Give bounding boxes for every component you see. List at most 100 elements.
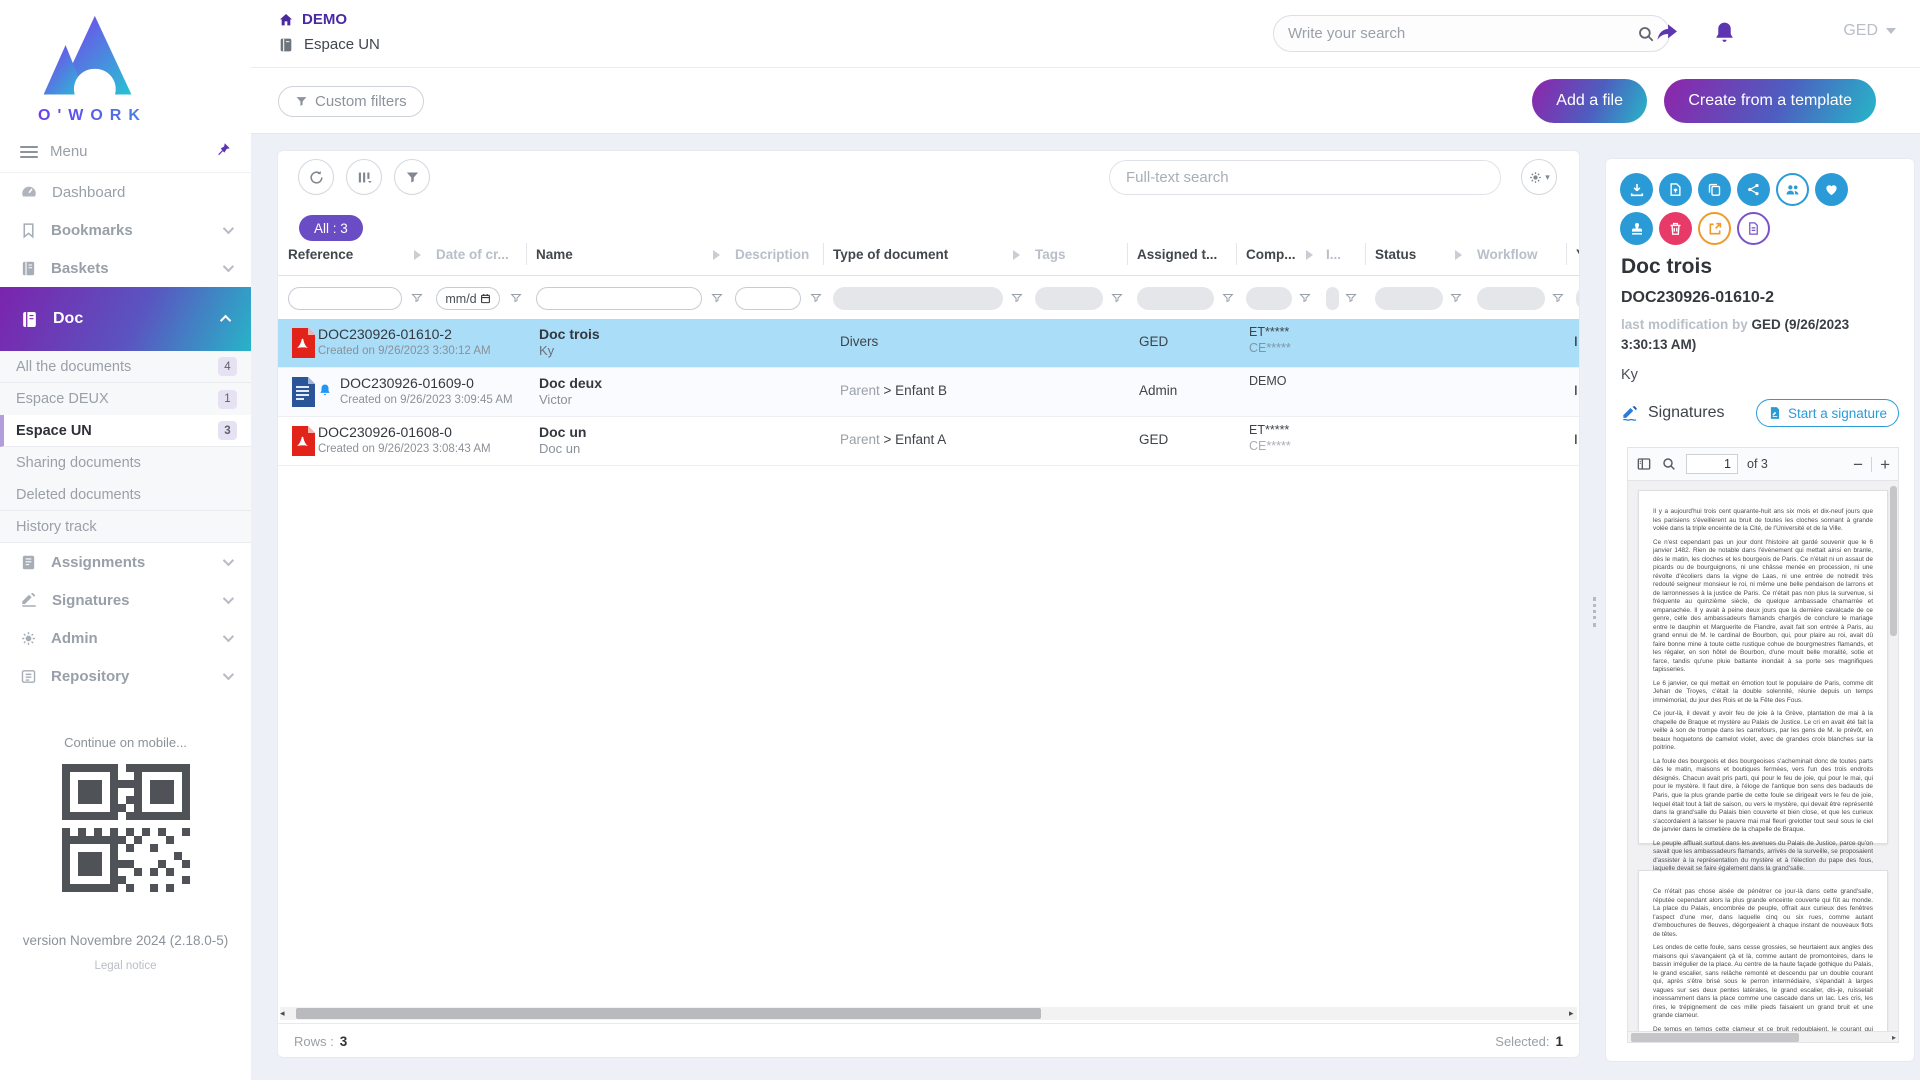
sidebar-item-assignments[interactable]: Assignments — [0, 543, 251, 581]
sidebar-item-all-documents[interactable]: All the documents 4 — [0, 351, 251, 383]
filter-funnel-icon[interactable] — [1552, 291, 1564, 309]
table-settings-button[interactable]: ▾ — [1521, 159, 1557, 195]
fulltext-search-input[interactable] — [1126, 169, 1484, 186]
filter-funnel-icon[interactable] — [1299, 291, 1311, 309]
sidebar-toggle-icon[interactable] — [1636, 456, 1652, 472]
legal-notice-link[interactable]: Legal notice — [0, 960, 251, 972]
favorite-button[interactable] — [1815, 173, 1848, 206]
sidebar-item-doc-active[interactable]: Doc — [0, 287, 251, 351]
filter-funnel-icon[interactable] — [1345, 291, 1357, 309]
column-header-company[interactable]: Comp... — [1246, 247, 1296, 262]
custom-filters-button[interactable]: Custom filters — [278, 86, 424, 117]
scrollbar-thumb[interactable] — [1631, 1033, 1799, 1042]
column-header-name[interactable]: Name — [536, 247, 573, 262]
filter-input-reference[interactable] — [288, 287, 402, 310]
refresh-button[interactable] — [298, 159, 334, 195]
zoom-out-button[interactable]: − — [1853, 456, 1863, 473]
filter-input-name[interactable] — [536, 287, 702, 310]
filter-funnel-icon[interactable] — [1111, 291, 1123, 309]
filter-input-y[interactable] — [1576, 287, 1580, 310]
sidebar-item-dashboard[interactable]: Dashboard — [0, 173, 251, 211]
menu-toggle[interactable]: Menu — [0, 131, 251, 173]
filter-input-tags[interactable] — [1035, 287, 1103, 310]
pin-icon[interactable] — [216, 142, 231, 161]
filter-funnel-icon[interactable] — [411, 291, 423, 309]
filter-input-company[interactable] — [1246, 287, 1292, 310]
start-signature-button[interactable]: Start a signature — [1756, 399, 1899, 427]
pdf-pages[interactable]: Il y a aujourd'hui trois cent quarante-h… — [1628, 482, 1898, 1031]
sidebar-item-signatures[interactable]: Signatures — [0, 581, 251, 619]
add-file-button[interactable]: Add a file — [1532, 79, 1647, 123]
delete-button[interactable] — [1659, 212, 1692, 245]
scroll-right-arrow[interactable]: ▸ — [1892, 1033, 1898, 1042]
share-shortcut-icon[interactable] — [1654, 20, 1680, 51]
sidebar-item-baskets[interactable]: Baskets — [0, 249, 251, 287]
filter-button[interactable] — [394, 159, 430, 195]
table-horizontal-scrollbar[interactable]: ◂ ▸ — [280, 1007, 1577, 1020]
pdf-paragraph: Les ondes de cette foule, sans cesse gro… — [1653, 944, 1873, 1021]
search-icon[interactable] — [1637, 25, 1655, 43]
column-header-status[interactable]: Status — [1375, 247, 1416, 262]
filter-funnel-icon[interactable] — [510, 291, 522, 309]
page-number-input[interactable] — [1686, 454, 1738, 474]
filter-funnel-icon[interactable] — [1450, 291, 1462, 309]
columns-button[interactable] — [346, 159, 382, 195]
file-upload-button[interactable] — [1659, 173, 1692, 206]
current-space: Espace UN — [278, 36, 380, 53]
filter-chip-all[interactable]: All : 3 — [299, 215, 363, 241]
filter-funnel-icon[interactable] — [810, 291, 822, 309]
sidebar-item-bookmarks[interactable]: Bookmarks — [0, 211, 251, 249]
filter-input-assigned[interactable] — [1137, 287, 1214, 310]
filter-input-i[interactable] — [1326, 287, 1339, 310]
sidebar-item-espace-deux[interactable]: Espace DEUX 1 — [0, 383, 251, 415]
user-menu[interactable]: GED — [1843, 22, 1896, 40]
zoom-in-button[interactable]: + — [1880, 456, 1890, 473]
column-header-type[interactable]: Type of document — [833, 247, 948, 262]
app-logo[interactable]: O'WORK — [0, 0, 251, 125]
table-row[interactable]: DOC230926-01609-0 Created on 9/26/2023 3… — [278, 368, 1579, 417]
breadcrumb[interactable]: DEMO — [278, 11, 347, 28]
scroll-left-arrow[interactable]: ◂ — [280, 1008, 288, 1019]
sidebar-item-admin[interactable]: Admin — [0, 619, 251, 657]
column-header-date[interactable]: Date of cr... — [436, 247, 509, 262]
stamp-button[interactable] — [1620, 212, 1653, 245]
filter-input-description[interactable] — [735, 287, 801, 310]
document-button[interactable] — [1737, 212, 1770, 245]
filter-input-status[interactable] — [1375, 287, 1443, 310]
global-search-input[interactable] — [1288, 25, 1637, 42]
pdf-vertical-scrollbar[interactable] — [1890, 486, 1897, 636]
scroll-right-arrow[interactable]: ▸ — [1569, 1008, 1577, 1019]
filter-funnel-icon[interactable] — [1222, 291, 1234, 309]
filter-input-date[interactable]: mm/d — [436, 287, 500, 310]
sidebar-item-sharing-documents[interactable]: Sharing documents — [0, 447, 251, 479]
scrollbar-thumb[interactable] — [296, 1008, 1041, 1019]
users-button[interactable] — [1776, 173, 1809, 206]
share-button[interactable] — [1737, 173, 1770, 206]
pdf-horizontal-scrollbar[interactable]: ▸ — [1628, 1031, 1898, 1042]
notifications-bell-icon[interactable] — [1712, 20, 1737, 50]
filter-funnel-icon[interactable] — [1011, 291, 1023, 309]
column-header-workflow[interactable]: Workflow — [1477, 247, 1538, 262]
sidebar-item-espace-un[interactable]: Espace UN 3 — [0, 415, 251, 447]
column-header-y[interactable]: Y — [1576, 247, 1580, 262]
open-external-button[interactable] — [1698, 212, 1731, 245]
column-header-assigned[interactable]: Assigned t... — [1137, 247, 1217, 262]
table-row[interactable]: DOC230926-01608-0 Created on 9/26/2023 3… — [278, 417, 1579, 466]
search-icon[interactable] — [1661, 456, 1677, 472]
sidebar-item-history-track[interactable]: History track — [0, 511, 251, 543]
column-header-description[interactable]: Description — [735, 247, 809, 262]
panel-resize-handle[interactable] — [1593, 597, 1596, 627]
column-header-i[interactable]: I... — [1326, 247, 1341, 262]
sidebar-item-repository[interactable]: Repository — [0, 657, 251, 695]
column-header-tags[interactable]: Tags — [1035, 247, 1066, 262]
filter-funnel-icon[interactable] — [711, 291, 723, 309]
create-from-template-button[interactable]: Create from a template — [1664, 79, 1876, 123]
download-button[interactable] — [1620, 173, 1653, 206]
copy-button[interactable] — [1698, 173, 1731, 206]
filter-input-type[interactable] — [833, 287, 1003, 310]
filter-input-workflow[interactable] — [1477, 287, 1545, 310]
column-header-reference[interactable]: Reference — [288, 247, 353, 262]
table-row[interactable]: DOC230926-01610-2 Created on 9/26/2023 3… — [278, 319, 1579, 368]
calendar-icon[interactable] — [480, 293, 491, 304]
sidebar-item-deleted-documents[interactable]: Deleted documents — [0, 479, 251, 511]
